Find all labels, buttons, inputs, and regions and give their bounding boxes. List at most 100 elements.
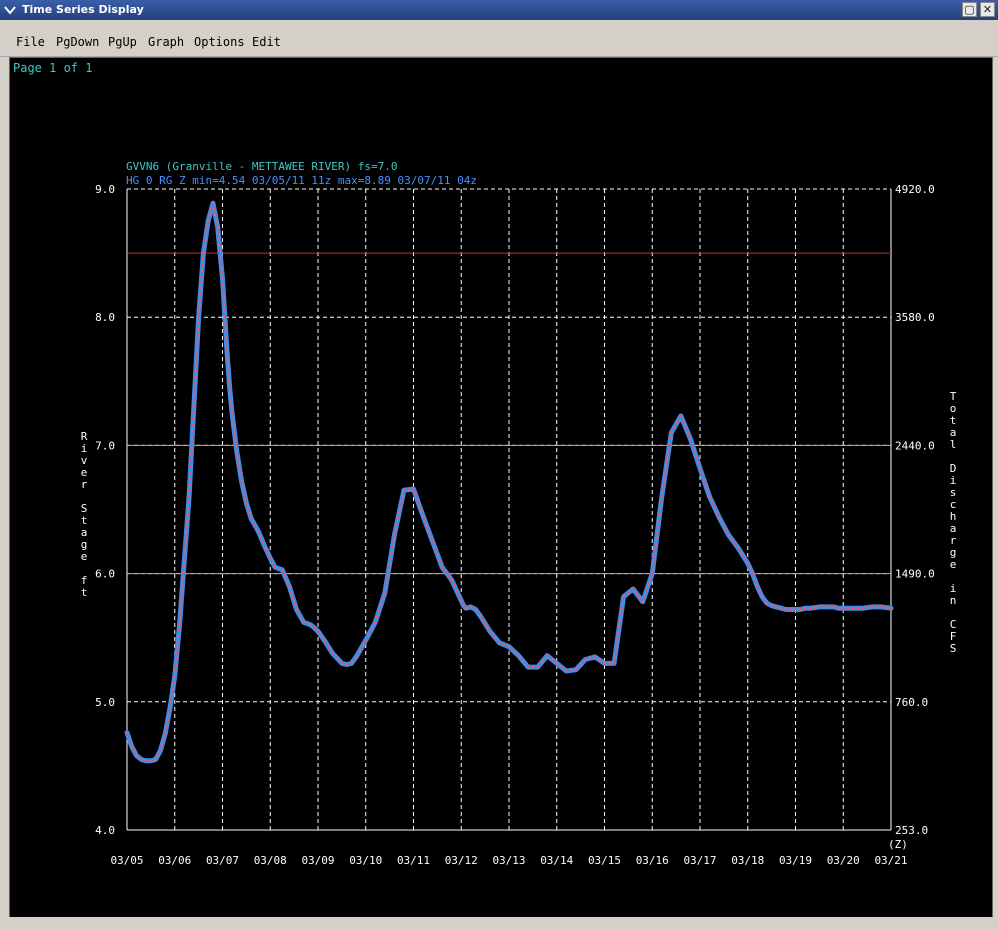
series-point (455, 588, 458, 592)
menu-options[interactable]: Options (194, 35, 245, 49)
series-point (293, 602, 297, 606)
series-point (669, 437, 672, 440)
close-button[interactable]: ✕ (980, 2, 995, 17)
series-point (614, 649, 618, 653)
y-tick-label-left: 9.0 (95, 183, 115, 196)
series-point (668, 442, 671, 446)
series-point (180, 594, 183, 598)
series-point (746, 562, 750, 565)
series-point (335, 656, 339, 660)
series-point (645, 589, 648, 592)
series-point (407, 488, 411, 491)
series-point (253, 523, 257, 527)
series-point (179, 606, 183, 609)
menu-graph[interactable]: Graph (148, 35, 184, 49)
y-tick-label-left: 4.0 (95, 824, 115, 837)
series-point (220, 266, 223, 269)
series-point (205, 226, 209, 229)
series-point (190, 435, 194, 439)
y-tick-label-left: 5.0 (95, 696, 115, 709)
series-point (875, 605, 878, 609)
series-point (684, 426, 687, 429)
window-menu-icon[interactable] (4, 4, 16, 16)
series-point (653, 548, 657, 552)
series-point (198, 298, 202, 302)
series-point (400, 500, 403, 503)
series-point (384, 585, 388, 589)
series-point (370, 626, 374, 630)
series-point (654, 542, 658, 546)
series-point (395, 522, 399, 526)
menu-file[interactable]: File (16, 35, 45, 49)
series-point (186, 518, 189, 522)
series-point (541, 660, 544, 663)
menu-pgup[interactable]: PgUp (108, 35, 137, 49)
series-point (618, 619, 622, 623)
series-point (271, 561, 274, 565)
series-point (751, 572, 754, 575)
plot-panel[interactable]: Page 1 of 1 GVVN6 (Granville - METTAWEE … (9, 57, 993, 918)
y-axis-label-left-char: e (81, 550, 88, 563)
series-point (268, 556, 272, 560)
series-point (228, 386, 231, 390)
series-point (730, 538, 734, 541)
series-point (191, 429, 194, 433)
series-point (170, 694, 174, 697)
series-point (223, 315, 227, 319)
x-tick-label: 03/16 (636, 854, 669, 867)
series-point (393, 533, 396, 537)
series-point (225, 347, 229, 351)
series-point (390, 551, 393, 554)
series-point (280, 568, 284, 572)
y-axis-label-right-char: S (950, 642, 957, 655)
series-point (175, 652, 179, 655)
series-point (617, 631, 620, 635)
series-point (192, 405, 196, 409)
series-point (165, 726, 168, 729)
series-point (135, 754, 138, 757)
series-point (469, 605, 473, 609)
series-point (236, 456, 240, 460)
series-point (740, 551, 743, 555)
maximize-button[interactable]: ▢ (962, 2, 977, 17)
series-point (261, 541, 265, 544)
series-point (240, 479, 243, 483)
series-point (182, 571, 185, 574)
series-point (545, 654, 549, 657)
series-point (560, 665, 563, 669)
menu-pgdown[interactable]: PgDown (56, 35, 99, 49)
series-point (770, 604, 773, 607)
series-point (309, 623, 313, 627)
series-point (214, 213, 217, 217)
series-point (225, 341, 228, 345)
x-tick-label: 03/21 (874, 854, 907, 867)
x-tick-label: 03/08 (254, 854, 287, 867)
series-point (178, 623, 181, 627)
series-point (180, 588, 184, 592)
series-point (184, 541, 187, 545)
series-point (429, 535, 432, 538)
series-point (379, 603, 383, 606)
series-point (188, 489, 191, 492)
series-point (779, 606, 783, 610)
series-point (193, 381, 197, 385)
y-axis-label-right-char: l (950, 438, 957, 451)
series-point (381, 597, 385, 601)
series-point (536, 665, 539, 669)
series-point (178, 617, 182, 621)
series-point (667, 448, 671, 452)
series-point (323, 640, 327, 643)
series-point (401, 494, 405, 498)
series-point (436, 553, 439, 556)
series-point (195, 345, 199, 349)
y-tick-label-right: 760.0 (895, 696, 928, 709)
series-point (702, 478, 706, 482)
series-point (700, 472, 704, 476)
x-tick-label: 03/07 (206, 854, 239, 867)
series-point (227, 373, 231, 377)
series-point (743, 556, 746, 560)
series-point (635, 591, 638, 595)
series-point (230, 412, 234, 415)
series-point (479, 614, 482, 618)
menu-edit[interactable]: Edit (252, 35, 281, 49)
